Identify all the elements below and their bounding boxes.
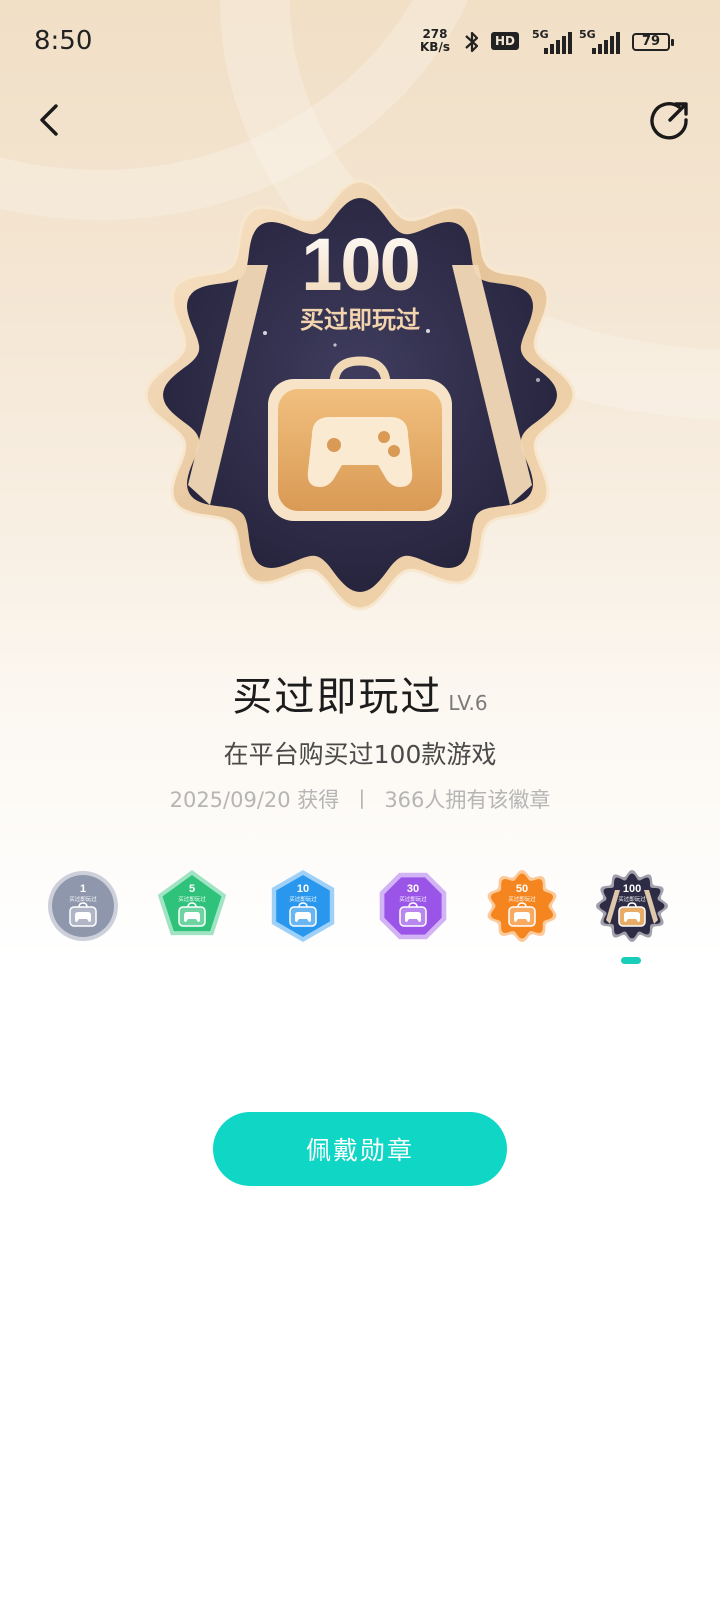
hd-icon: HD — [491, 32, 520, 50]
badge-title-row: 买过即玩过 LV.6 — [0, 664, 720, 722]
status-bar: 8:50 278 KB/s HD 5G 5G 79 — [0, 0, 720, 84]
level-badge-30[interactable]: 30买过即玩过 — [375, 868, 451, 944]
badge-owner-count: 366人拥有该徽章 — [384, 788, 551, 812]
level-badge-100[interactable]: 100买过即玩过 — [594, 868, 670, 944]
badge-emblem: 100 买过即玩过 — [144, 179, 576, 611]
badge-title: 买过即玩过 — [232, 674, 443, 720]
network-speed-unit: KB/s — [420, 40, 450, 54]
level-badge-label: 买过即玩过 — [289, 895, 317, 903]
level-badge-10[interactable]: 10买过即玩过 — [265, 868, 341, 944]
share-button[interactable] — [646, 98, 692, 144]
level-badge-label: 买过即玩过 — [508, 895, 536, 903]
level-badge-label: 买过即玩过 — [178, 895, 206, 903]
badge-obtained-date: 2025/09/20 获得 — [169, 788, 340, 812]
network-speed: 278 KB/s — [420, 28, 450, 54]
badge-level-selector: 1 买过即玩过 5 买过即玩过 10 买过即玩过 30 买过即玩过 50 买过即玩过 10… — [0, 868, 720, 958]
battery-icon: 79 — [632, 33, 674, 51]
bluetooth-icon — [465, 31, 479, 53]
level-badge-count: 30 — [407, 883, 419, 895]
level-badge-label: 买过即玩过 — [399, 895, 427, 903]
level-badge-count: 10 — [297, 883, 309, 895]
meta-separator: 丨 — [351, 788, 373, 812]
badge-level: LV.6 — [448, 691, 488, 715]
level-badge-label: 买过即玩过 — [69, 895, 97, 903]
game-bag-icon — [268, 356, 452, 521]
status-time: 8:50 — [34, 26, 93, 56]
share-icon — [650, 102, 688, 140]
level-badge-count: 5 — [189, 883, 195, 895]
level-badge-label: 买过即玩过 — [618, 895, 646, 903]
back-button[interactable] — [30, 98, 70, 142]
level-badge-count: 100 — [623, 883, 641, 895]
level-badge-50[interactable]: 50买过即玩过 — [484, 868, 560, 944]
chevron-left-icon — [40, 104, 58, 136]
signal-icon — [544, 32, 572, 54]
level-badge-5[interactable]: 5买过即玩过 — [154, 868, 230, 944]
level-badge-count: 1 — [80, 883, 86, 895]
signal-icon-2 — [592, 32, 620, 54]
selected-level-indicator — [621, 957, 641, 964]
level-badge-1[interactable]: 1买过即玩过 — [45, 868, 121, 944]
wear-badge-button[interactable]: 佩戴勋章 — [213, 1112, 507, 1186]
level-badge-count: 50 — [516, 883, 528, 895]
badge-meta: 2025/09/20 获得丨 366人拥有该徽章 — [0, 784, 720, 814]
badge-name-on-emblem: 买过即玩过 — [300, 306, 420, 334]
badge-count: 100 — [301, 223, 418, 306]
badge-description: 在平台购买过100款游戏 — [223, 740, 497, 769]
